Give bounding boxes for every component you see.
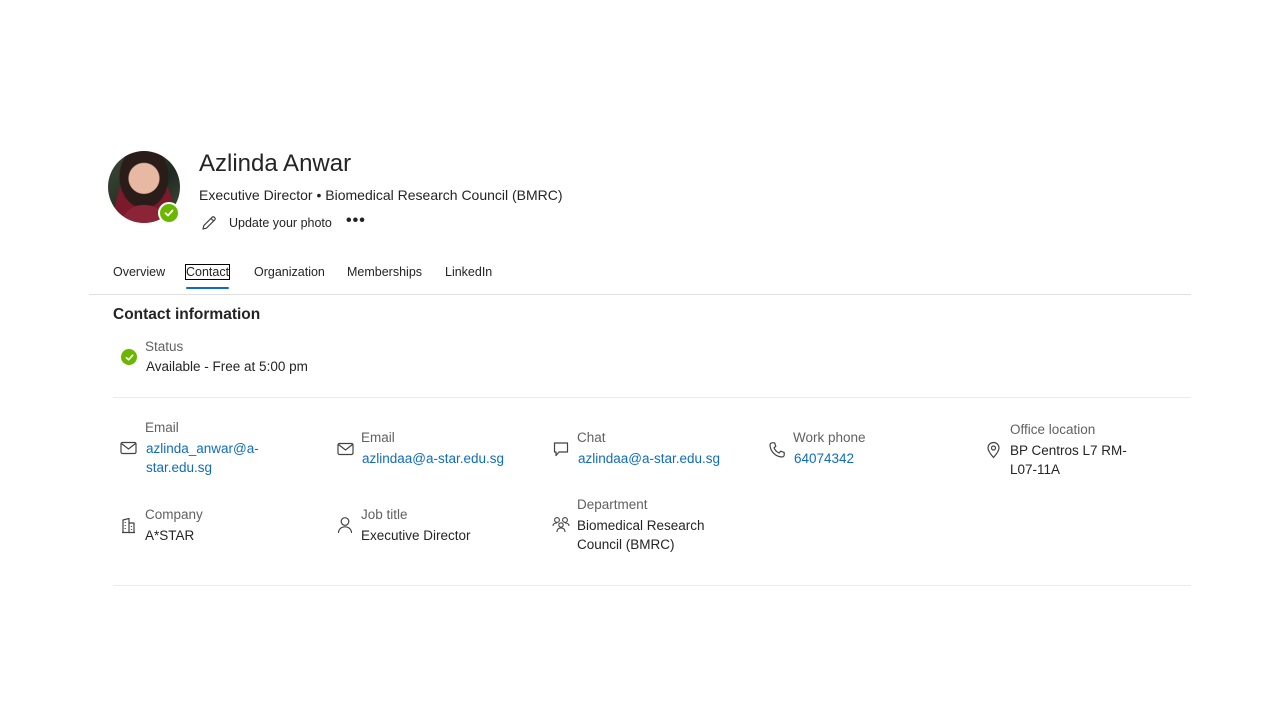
people-group-icon xyxy=(552,516,570,533)
pencil-icon xyxy=(200,214,218,232)
tabs-divider xyxy=(89,294,1191,295)
department-value: Biomedical Research Council (BMRC) xyxy=(577,516,705,554)
update-photo-label: Update your photo xyxy=(229,216,332,230)
tab-linkedin[interactable]: LinkedIn xyxy=(445,265,492,279)
available-status-icon xyxy=(121,349,137,365)
location-pin-icon xyxy=(986,441,1001,459)
office-location-value: BP Centros L7 RM- L07-11A xyxy=(1010,441,1127,479)
email-label: Email xyxy=(361,430,395,445)
office-location-line2: L07-11A xyxy=(1010,462,1061,477)
more-options-button[interactable]: ••• xyxy=(346,212,366,230)
active-tab-indicator xyxy=(186,287,229,289)
mail-icon xyxy=(337,442,354,456)
tab-contact[interactable]: Contact xyxy=(184,264,231,280)
job-title-value: Executive Director xyxy=(361,528,471,543)
divider xyxy=(113,585,1191,586)
office-location-label: Office location xyxy=(1010,422,1096,437)
chat-link[interactable]: azlindaa@a-star.edu.sg xyxy=(578,449,720,468)
chat-label: Chat xyxy=(577,430,606,445)
department-label: Department xyxy=(577,497,648,512)
tab-overview[interactable]: Overview xyxy=(113,265,165,279)
person-icon xyxy=(337,516,353,534)
presence-available-icon xyxy=(158,202,180,224)
profile-subtitle: Executive Director • Biomedical Research… xyxy=(199,187,563,203)
profile-name: Azlinda Anwar xyxy=(199,150,352,177)
email-link[interactable]: azlinda_anwar@a- star.edu.sg xyxy=(146,439,259,477)
email-value-line2: star.edu.sg xyxy=(146,460,213,475)
company-value: A*STAR xyxy=(145,528,195,543)
job-title-label: Job title xyxy=(361,507,408,522)
chat-icon xyxy=(553,441,569,458)
email-label: Email xyxy=(145,420,179,435)
phone-icon xyxy=(768,441,786,459)
status-label: Status xyxy=(145,339,184,354)
section-title: Contact information xyxy=(113,306,261,323)
update-photo-button[interactable]: Update your photo xyxy=(200,214,332,232)
department-line2: Council (BMRC) xyxy=(577,537,675,552)
mail-icon xyxy=(120,441,137,455)
work-phone-label: Work phone xyxy=(793,430,866,445)
office-location-line1: BP Centros L7 RM- xyxy=(1010,443,1127,458)
tab-organization[interactable]: Organization xyxy=(254,265,325,279)
email-value-line1: azlinda_anwar@a- xyxy=(146,441,259,456)
status-value: Available - Free at 5:00 pm xyxy=(146,359,308,374)
department-line1: Biomedical Research xyxy=(577,518,705,533)
divider xyxy=(113,397,1191,398)
company-label: Company xyxy=(145,507,203,522)
tab-memberships[interactable]: Memberships xyxy=(347,265,422,279)
work-phone-link[interactable]: 64074342 xyxy=(794,449,854,468)
building-icon xyxy=(121,517,136,534)
email-link[interactable]: azlindaa@a-star.edu.sg xyxy=(362,449,504,468)
